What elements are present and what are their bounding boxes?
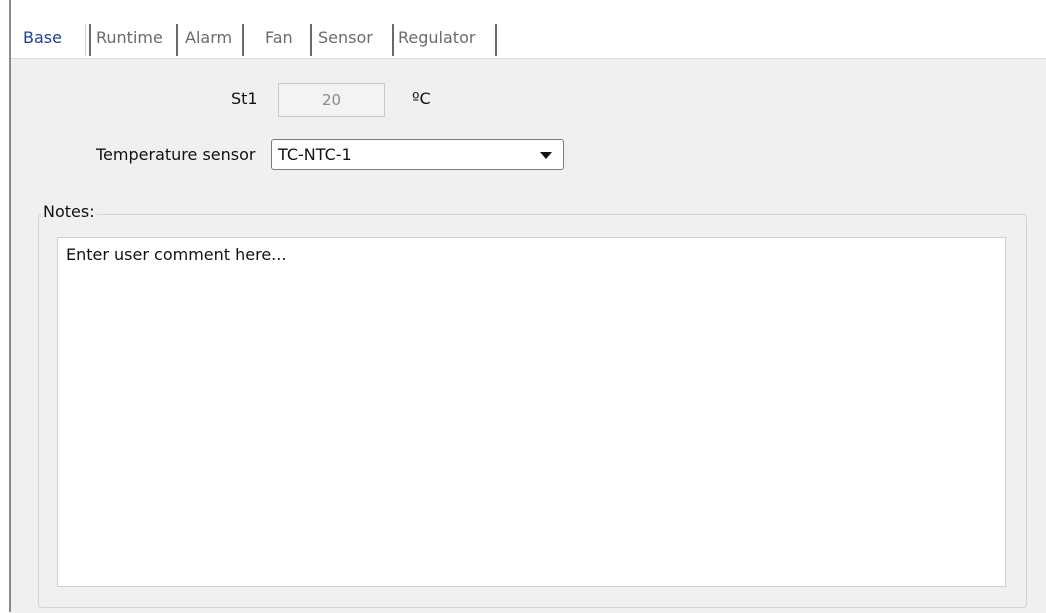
tab-base[interactable]: Base xyxy=(23,16,62,58)
tab-strip: Base Runtime Alarm Fan Sensor Regulator xyxy=(11,16,1046,58)
chevron-down-icon xyxy=(540,152,552,159)
tab-regulator[interactable]: Regulator xyxy=(398,16,475,58)
notes-text: Enter user comment here... xyxy=(66,245,287,264)
tab-separator xyxy=(495,24,497,56)
tab-alarm[interactable]: Alarm xyxy=(185,16,232,58)
tab-separator xyxy=(310,24,312,56)
tab-separator xyxy=(242,24,244,56)
st1-value: 20 xyxy=(321,91,342,109)
tab-separator xyxy=(85,24,86,56)
tab-separator xyxy=(176,24,178,56)
st1-unit-label: ºC xyxy=(412,89,431,108)
notes-textarea[interactable]: Enter user comment here... xyxy=(57,237,1006,587)
tab-separator xyxy=(89,24,91,56)
tab-content-panel: St1 20 ºC Temperature sensor TC-NTC-1 No… xyxy=(11,58,1046,613)
temperature-sensor-value: TC-NTC-1 xyxy=(278,145,352,164)
st1-value-field[interactable]: 20 xyxy=(278,83,385,117)
st1-label: St1 xyxy=(231,89,258,108)
tab-separator xyxy=(392,24,394,56)
notes-title: Notes: xyxy=(41,202,97,221)
temperature-sensor-dropdown[interactable]: TC-NTC-1 xyxy=(271,139,564,170)
tab-fan[interactable]: Fan xyxy=(265,16,293,58)
config-window: Base Runtime Alarm Fan Sensor Regulator … xyxy=(0,0,1046,613)
tab-runtime[interactable]: Runtime xyxy=(96,16,163,58)
tab-sensor[interactable]: Sensor xyxy=(318,16,373,58)
temperature-sensor-label: Temperature sensor xyxy=(96,145,256,164)
